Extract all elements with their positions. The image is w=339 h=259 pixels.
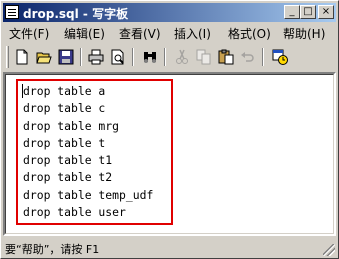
status-text: 要“帮助”，请按 F1 xyxy=(5,243,100,256)
toolbar xyxy=(3,43,336,71)
text-line: drop table t2 xyxy=(23,170,113,185)
menu-format[interactable]: 格式(O) xyxy=(228,25,271,42)
copy-icon[interactable] xyxy=(194,47,215,68)
toolbar-separator xyxy=(164,48,166,66)
wordpad-app-icon[interactable] xyxy=(5,5,19,19)
menu-bar: 文件(F) 编辑(E) 查看(V) 插入(I) 格式(O) 帮助(H) xyxy=(3,23,336,42)
new-document-icon[interactable] xyxy=(12,47,33,68)
toolbar-grip[interactable] xyxy=(6,46,9,68)
text-line: drop table c xyxy=(23,101,106,116)
text-line: drop table temp_udf xyxy=(23,187,154,202)
minimize-button[interactable]: _ xyxy=(284,5,300,19)
text-line: drop table user xyxy=(23,205,126,220)
document-text[interactable]: drop table a drop table c drop table mrg… xyxy=(23,83,153,221)
document-area[interactable]: drop table a drop table c drop table mrg… xyxy=(3,72,336,236)
print-preview-icon[interactable] xyxy=(108,47,129,68)
text-line: drop table a xyxy=(23,84,106,98)
close-button[interactable]: × xyxy=(318,5,334,19)
title-bar[interactable]: drop.sql - 写字板 _ □ × xyxy=(3,3,336,22)
text-line: drop table mrg xyxy=(23,118,120,133)
status-bar: 要“帮助”，请按 F1 xyxy=(3,238,336,257)
find-binoculars-icon[interactable] xyxy=(140,47,161,68)
menu-edit[interactable]: 编辑(E) xyxy=(64,25,105,42)
menu-insert[interactable]: 插入(I) xyxy=(174,25,211,42)
print-icon[interactable] xyxy=(86,47,107,68)
wordpad-window: drop.sql - 写字板 _ □ × 文件(F) 编辑(E) 查看(V) 插… xyxy=(0,0,339,259)
paste-icon[interactable] xyxy=(216,47,237,68)
maximize-button[interactable]: □ xyxy=(300,5,316,19)
menu-view[interactable]: 查看(V) xyxy=(119,25,161,42)
text-line: drop table t xyxy=(23,135,106,150)
menu-file[interactable]: 文件(F) xyxy=(9,25,49,42)
text-line: drop table t1 xyxy=(23,153,113,168)
toolbar-separator xyxy=(262,48,264,66)
menu-help[interactable]: 帮助(H) xyxy=(283,25,325,42)
window-title: drop.sql - 写字板 xyxy=(23,7,129,21)
undo-icon[interactable] xyxy=(238,47,259,68)
resize-grip[interactable] xyxy=(323,244,335,256)
insert-date-time-icon[interactable] xyxy=(270,47,291,68)
toolbar-separator xyxy=(80,48,82,66)
save-disk-icon[interactable] xyxy=(56,47,77,68)
open-folder-icon[interactable] xyxy=(34,47,55,68)
toolbar-separator xyxy=(132,48,134,66)
cut-scissors-icon[interactable] xyxy=(172,47,193,68)
